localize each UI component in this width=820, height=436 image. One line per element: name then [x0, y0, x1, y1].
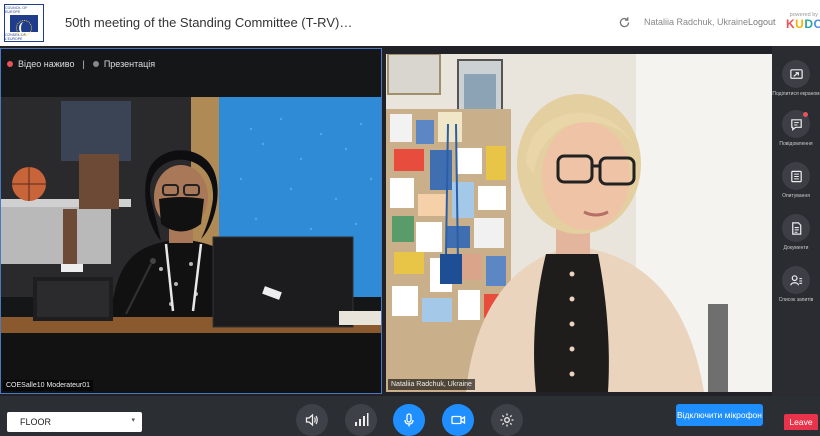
top-header: COUNCIL OF EUROPE CONSEIL DE L'EUROPE 50…: [0, 0, 820, 46]
video-tile-moderator[interactable]: Відео наживо | Презентація COESalle10 Mo…: [0, 48, 382, 394]
signal-bars-icon: [355, 413, 369, 426]
microphone-button[interactable]: [393, 404, 425, 436]
logo-top-text: COUNCIL OF EUROPE: [5, 6, 28, 14]
refresh-icon[interactable]: [618, 16, 632, 30]
speaker-icon: [305, 413, 318, 427]
mute-microphone-button[interactable]: Відключити мікрофон: [676, 404, 763, 426]
video-camera-icon: [451, 415, 466, 425]
sidebar-item-documents[interactable]: Документи: [772, 214, 820, 251]
view-mode-bar: Відео наживо | Презентація: [7, 59, 155, 69]
language-channel-select[interactable]: FLOOR ▾: [7, 412, 142, 432]
gear-icon: [500, 413, 514, 427]
coe-flag-icon: [10, 15, 38, 36]
bottom-control-bar: FLOOR ▾ Відключити мікрофон Leave: [0, 396, 820, 436]
chevron-down-icon: ▾: [131, 417, 135, 424]
camera-button[interactable]: [442, 404, 474, 436]
council-of-europe-logo: COUNCIL OF EUROPE CONSEIL DE L'EUROPE: [4, 4, 44, 42]
sidebar-item-share-screen[interactable]: Поділитися екраном: [772, 60, 820, 97]
volume-button[interactable]: [296, 404, 328, 436]
logout-link[interactable]: Logout: [748, 17, 776, 27]
live-video-tab[interactable]: Відео наживо: [18, 59, 74, 69]
language-channel-value: FLOOR: [20, 417, 52, 427]
presentation-dot-icon: [92, 61, 99, 67]
sidebar-item-request-list[interactable]: Список запитів: [772, 266, 820, 303]
leave-button[interactable]: Leave: [784, 414, 818, 430]
right-sidebar: Поділитися екраном Повідомлення Опитуван…: [772, 46, 820, 396]
microphone-icon: [404, 413, 414, 427]
connection-quality-button[interactable]: [345, 404, 377, 436]
sidebar-label: Документи: [783, 245, 809, 251]
poll-icon[interactable]: [782, 162, 810, 190]
live-dot-icon: [7, 61, 13, 67]
tile-name-label: Nataliia Radchuk, Ukraine: [388, 379, 475, 390]
video-area: Відео наживо | Презентація COESalle10 Mo…: [0, 46, 772, 396]
sidebar-label: Опитування: [782, 193, 810, 199]
notification-dot-icon: [803, 112, 808, 117]
chat-icon[interactable]: [782, 110, 810, 138]
screen-share-icon[interactable]: [782, 60, 810, 88]
sidebar-label: Повідомлення: [779, 141, 813, 147]
settings-button[interactable]: [491, 404, 523, 436]
kudo-logo: powered by KUDO: [786, 12, 820, 31]
documents-icon[interactable]: [782, 214, 810, 242]
sidebar-label: Поділитися екраном: [772, 91, 820, 97]
kudo-brand: KUDO: [786, 17, 820, 31]
tile-name-label: COESalle10 Moderateur01: [3, 380, 94, 391]
meeting-title: 50th meeting of the Standing Committee (…: [65, 15, 353, 30]
sidebar-label: Список запитів: [778, 297, 814, 303]
sidebar-item-messages[interactable]: Повідомлення: [772, 110, 820, 147]
video-tile-participant[interactable]: Nataliia Radchuk, Ukraine: [386, 54, 772, 392]
mode-separator: |: [82, 59, 85, 69]
moderator-video-feed: [1, 49, 381, 393]
sidebar-item-polls[interactable]: Опитування: [772, 162, 820, 199]
user-name: Nataliia Radchuk, Ukraine: [644, 17, 749, 27]
request-list-icon[interactable]: [782, 266, 810, 294]
presentation-tab[interactable]: Презентація: [104, 59, 155, 69]
participant-video-feed: [386, 54, 772, 392]
